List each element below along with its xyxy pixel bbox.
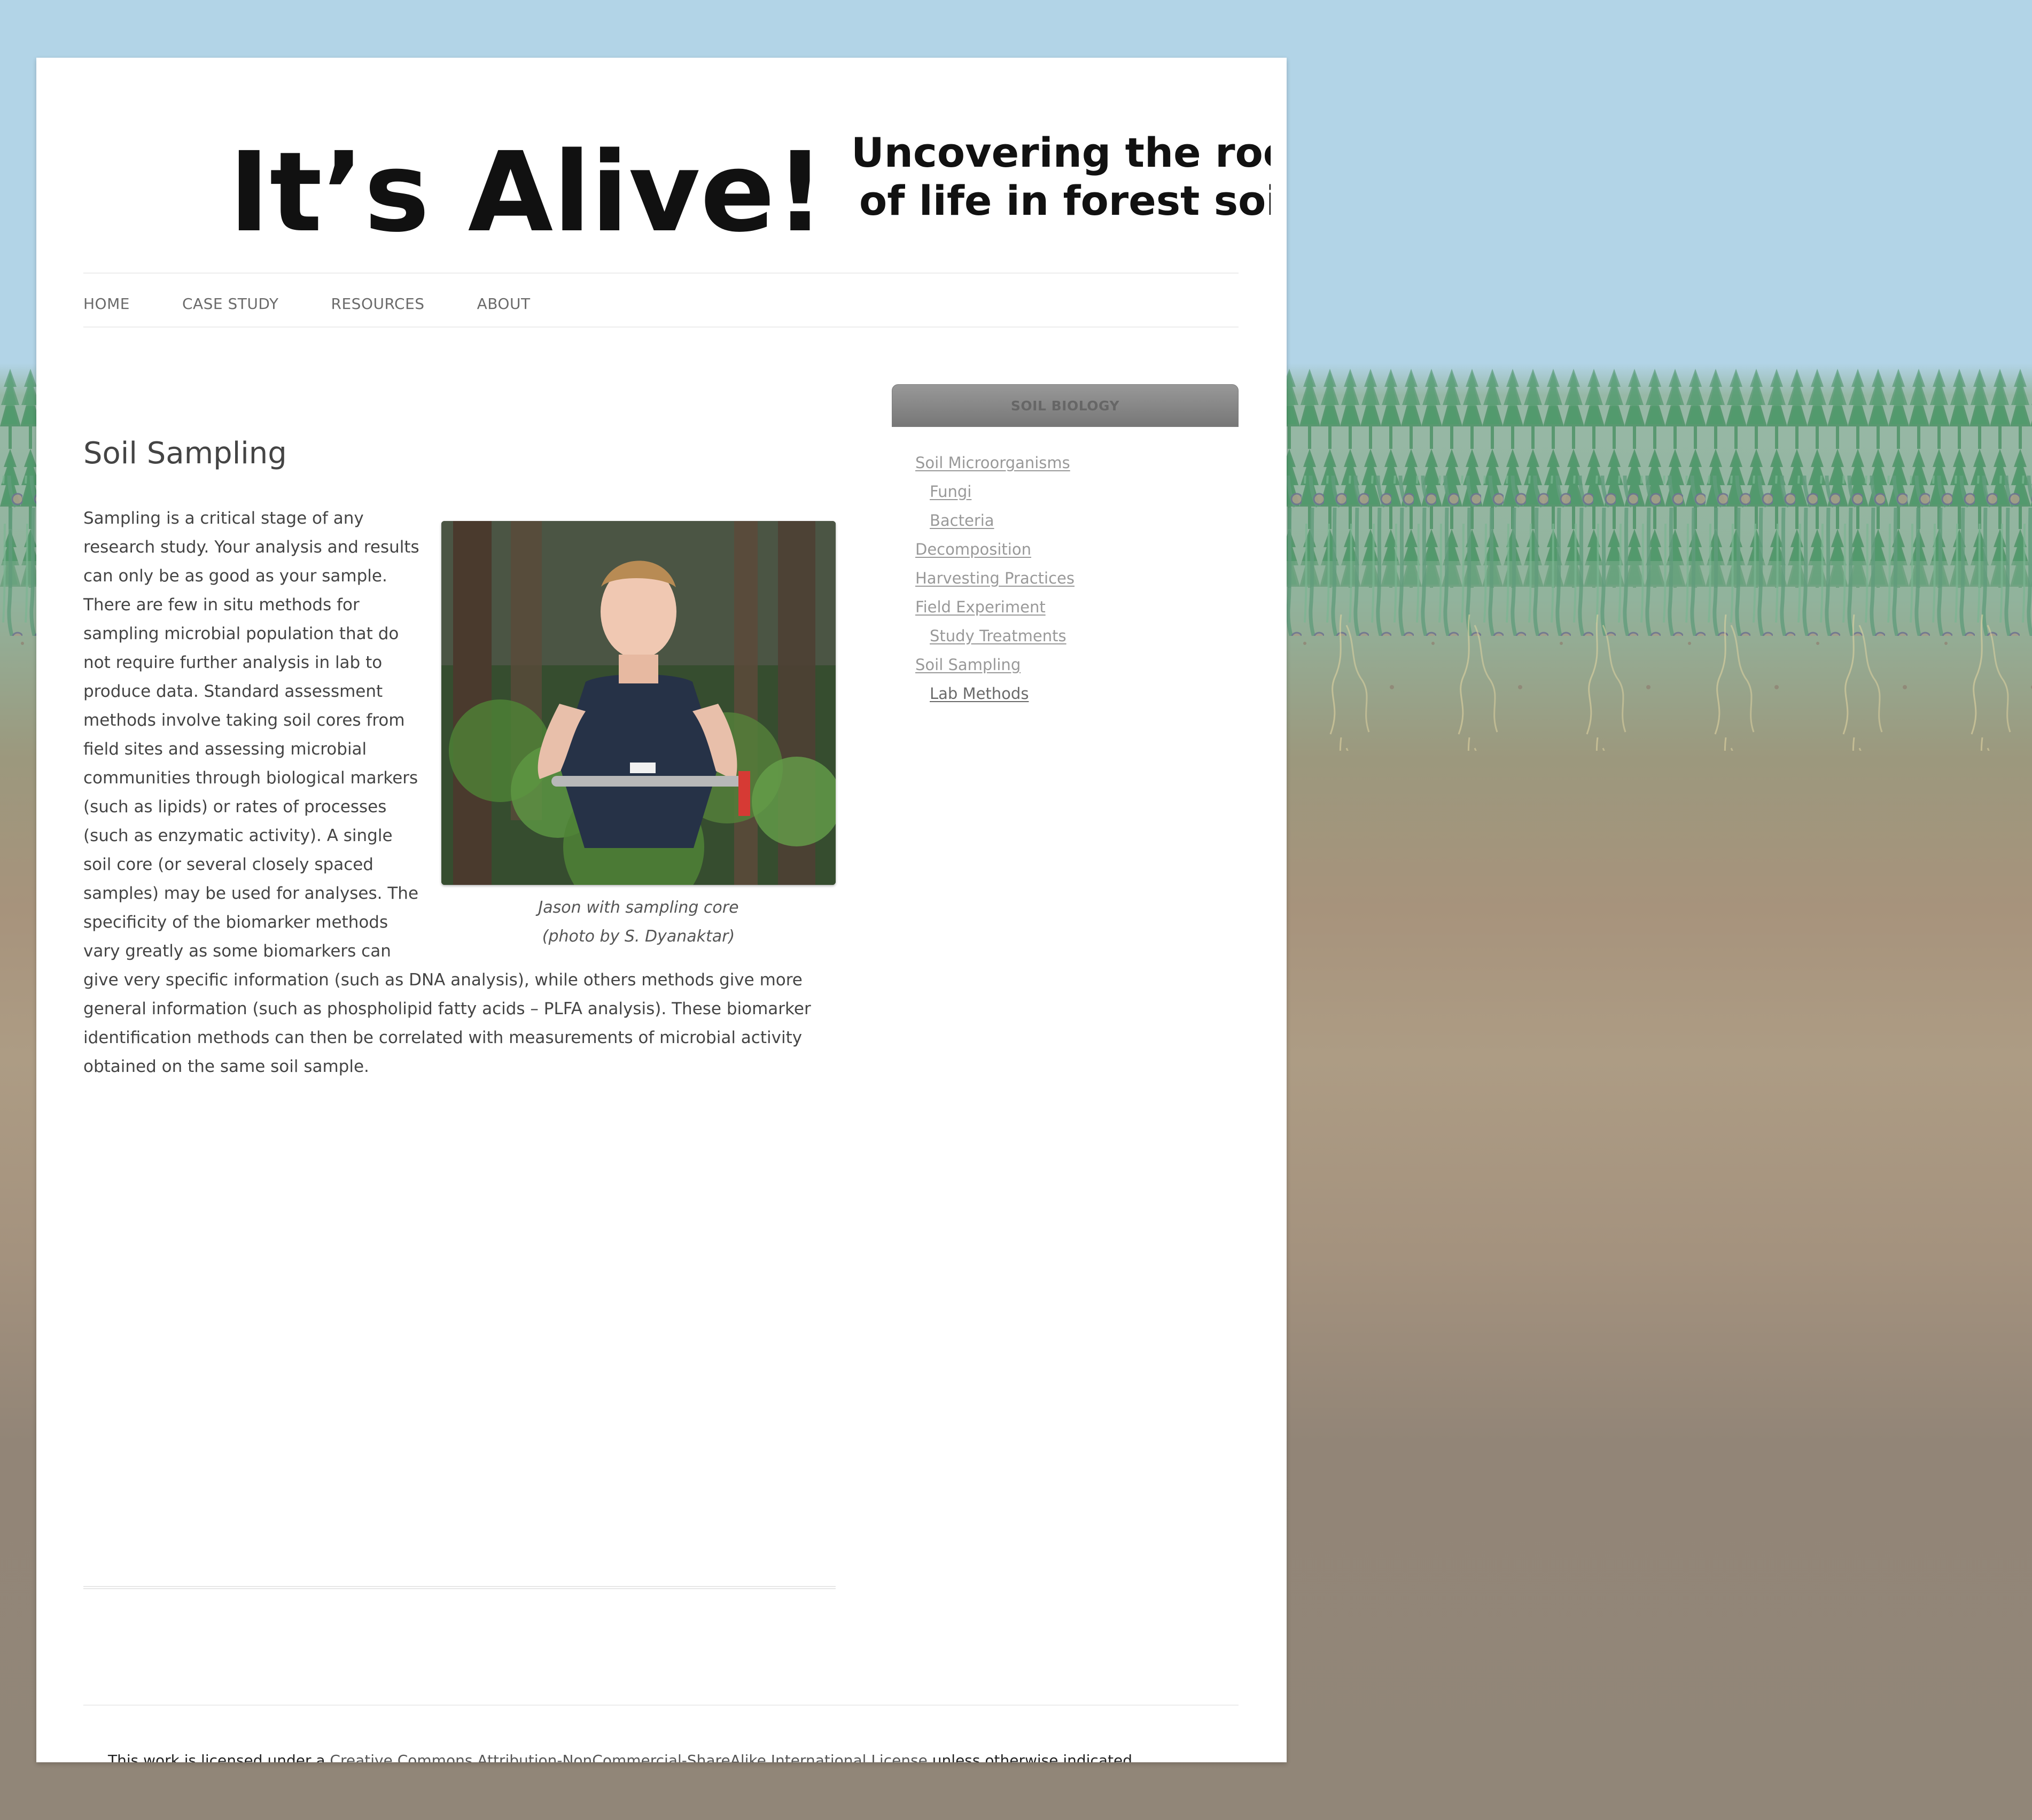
sidebar-link-bacteria[interactable]: Bacteria <box>930 506 994 535</box>
sidebar-item: Fungi <box>915 477 1239 506</box>
article-content: Jason with sampling core (photo by S. Dy… <box>83 504 836 1081</box>
site-logo: It’s Alive! Uncovering the roots of life… <box>229 128 1287 256</box>
footer-divider <box>83 1705 1239 1706</box>
sidebar: SOIL BIOLOGY Soil Microorganisms Fungi B… <box>892 384 1239 708</box>
sidebar-link-decomposition[interactable]: Decomposition <box>915 540 1031 558</box>
sidebar-item: Bacteria <box>915 506 1239 535</box>
sidebar-item: Soil Microorganisms <box>915 448 1239 477</box>
license-suffix: unless otherwise indicated. <box>927 1752 1137 1762</box>
sidebar-link-harvesting-practices[interactable]: Harvesting Practices <box>915 569 1075 587</box>
article-figure: Jason with sampling core (photo by S. Dy… <box>441 521 836 951</box>
site-logo-text: It’s Alive! <box>229 128 825 244</box>
nav-about[interactable]: ABOUT <box>477 295 531 313</box>
figure-caption-line2: (photo by S. Dyanaktar) <box>542 927 735 946</box>
license-link[interactable]: Creative Commons Attribution-NonCommerci… <box>330 1752 927 1762</box>
license-prefix: This work is licensed under a <box>108 1752 330 1762</box>
site-header-banner[interactable]: It’s Alive! Uncovering the roots of life… <box>229 121 1287 256</box>
person-holding-core-image <box>441 521 836 885</box>
sidebar-item: Field Experiment <box>915 593 1239 621</box>
site-tagline-line1: Uncovering the roots <box>851 129 1271 176</box>
page-title: Soil Sampling <box>83 436 287 471</box>
header-divider-top <box>83 273 1239 274</box>
nav-home[interactable]: HOME <box>83 295 130 313</box>
sidebar-link-soil-sampling[interactable]: Soil Sampling <box>915 656 1021 674</box>
site-page: It’s Alive! Uncovering the roots of life… <box>36 58 1287 1762</box>
sidebar-widget-title: SOIL BIOLOGY <box>892 384 1239 427</box>
content-divider <box>83 1586 836 1589</box>
sidebar-link-soil-microorganisms[interactable]: Soil Microorganisms <box>915 454 1070 472</box>
header-divider-bottom <box>83 326 1239 328</box>
sidebar-item: Lab Methods <box>915 679 1239 708</box>
figure-caption: Jason with sampling core (photo by S. Dy… <box>441 893 836 951</box>
site-tagline-line2: of life in forest soils <box>859 177 1271 224</box>
sidebar-link-fungi[interactable]: Fungi <box>930 477 971 506</box>
sidebar-link-field-experiment[interactable]: Field Experiment <box>915 598 1046 616</box>
sidebar-link-study-treatments[interactable]: Study Treatments <box>930 621 1066 650</box>
sampling-photo <box>441 521 836 885</box>
sidebar-link-lab-methods[interactable]: Lab Methods <box>930 679 1029 708</box>
license-notice: This work is licensed under a Creative C… <box>108 1752 1137 1762</box>
nav-case-study[interactable]: CASE STUDY <box>182 295 279 313</box>
sidebar-item: Harvesting Practices <box>915 564 1239 593</box>
soil-biology-menu: Soil Microorganisms Fungi Bacteria Decom… <box>915 448 1239 708</box>
nav-resources[interactable]: RESOURCES <box>331 295 425 313</box>
figure-caption-line1: Jason with sampling core <box>538 898 739 917</box>
main-navigation: HOME CASE STUDY RESOURCES ABOUT <box>83 287 531 320</box>
sidebar-item: Soil Sampling <box>915 650 1239 679</box>
sidebar-item: Decomposition <box>915 535 1239 564</box>
sidebar-item: Study Treatments <box>915 621 1239 650</box>
